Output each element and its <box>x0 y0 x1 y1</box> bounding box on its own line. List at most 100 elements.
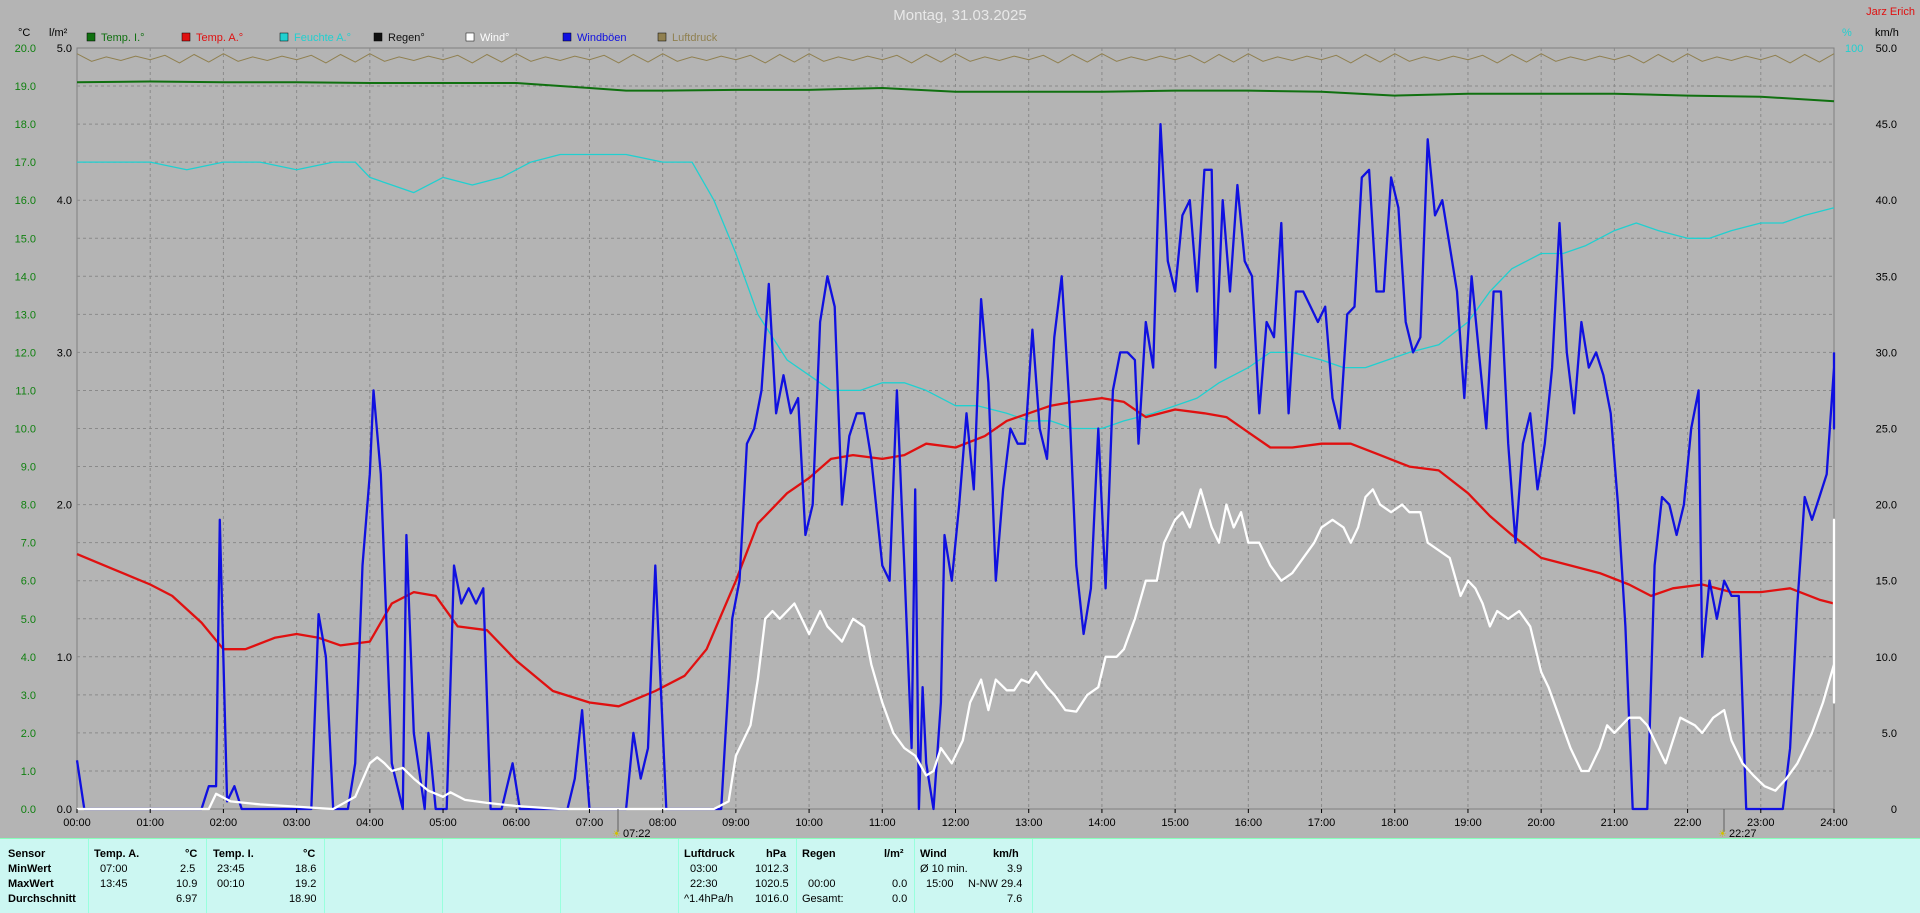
rain-tick-label: 1.0 <box>57 652 72 664</box>
stats-temp-a-header: Temp. A. <box>94 848 140 860</box>
stats-pressure-max-val: 1020.5 <box>755 878 789 890</box>
temp-tick-label: 13.0 <box>15 309 36 321</box>
x-tick-label: 14:00 <box>1088 817 1116 829</box>
rain-tick-label: 3.0 <box>57 347 72 359</box>
stats-pressure-avg-val: 1016.0 <box>755 893 789 905</box>
temp-tick-label: 14.0 <box>15 271 36 283</box>
legend-label: Regen° <box>388 32 425 44</box>
wind-tick-label: 0 <box>1891 804 1897 816</box>
x-tick-label: 06:00 <box>502 817 530 829</box>
stats-sensor-header: Sensor <box>8 848 46 860</box>
wind-tick-label: 50.0 <box>1876 43 1897 55</box>
x-tick-label: 10:00 <box>795 817 823 829</box>
temp-tick-label: 5.0 <box>21 614 36 626</box>
temp-tick-label: 1.0 <box>21 766 36 778</box>
x-tick-label: 07:00 <box>576 817 604 829</box>
legend-swatch <box>86 32 96 42</box>
wind-tick-label: 45.0 <box>1876 119 1897 131</box>
x-tick-label: 01:00 <box>136 817 164 829</box>
legend-label: Luftdruck <box>672 32 718 44</box>
wind-tick-label: 40.0 <box>1876 195 1897 207</box>
rain-unit-label: l/m² <box>49 27 68 39</box>
legend-swatch <box>279 32 289 42</box>
stats-pressure-max-time: 22:30 <box>690 878 718 890</box>
stats-row-max-label: MaxWert <box>8 878 54 890</box>
temp-tick-label: 11.0 <box>15 385 36 397</box>
stats-wind-max-val: N-NW 29.4 <box>968 878 1023 890</box>
rain-tick-label: 4.0 <box>57 195 72 207</box>
legend-swatch <box>465 32 475 42</box>
stats-rain-total-val: 0.0 <box>892 893 908 905</box>
temp-tick-label: 2.0 <box>21 728 36 740</box>
temp-tick-label: 0.0 <box>21 804 36 816</box>
wind-tick-label: 15.0 <box>1876 576 1897 588</box>
stats-temp-a-unit: °C <box>185 848 198 860</box>
temp-tick-label: 4.0 <box>21 652 36 664</box>
stats-wind-max-time: 15:00 <box>926 878 954 890</box>
temp-tick-label: 9.0 <box>21 462 36 474</box>
temp-tick-label: 12.0 <box>15 347 36 359</box>
stats-wind-min-label: Ø 10 min. <box>920 863 968 875</box>
stats-wind-avg-val: 7.6 <box>1007 893 1023 905</box>
stats-temp-i-min-time: 23:45 <box>217 863 245 875</box>
x-tick-label: 13:00 <box>1015 817 1043 829</box>
stats-wind-header: Wind <box>920 848 947 860</box>
x-tick-label: 03:00 <box>283 817 311 829</box>
stats-temp-i-max-val: 19.2 <box>295 878 317 890</box>
legend-swatch <box>181 32 191 42</box>
stats-rain-total-label: Gesamt: <box>802 893 844 905</box>
stats-row-avg-label: Durchschnitt <box>8 893 76 905</box>
chart-title: Montag, 31.03.2025 <box>893 7 1026 24</box>
temp-tick-label: 17.0 <box>15 157 36 169</box>
pct-top-tick-label: 100 <box>1845 43 1863 55</box>
rain-tick-label: 0.0 <box>57 804 72 816</box>
rain-tick-label: 2.0 <box>57 500 72 512</box>
stats-temp-i-min-val: 18.6 <box>295 863 317 875</box>
weather-chart: 00:00 01:00 02:00 03:00 04:00 05:00 06:00 07:00… <box>15 6 1915 838</box>
stats-rain-max-val: 0.0 <box>892 878 908 890</box>
wind-tick-label: 5.0 <box>1882 728 1897 740</box>
temp-tick-label: 20.0 <box>15 43 36 55</box>
sunset-icon: ☀ <box>1718 829 1727 838</box>
stats-wind-min-val: 3.9 <box>1007 863 1023 875</box>
legend-label: Temp. I.° <box>101 32 145 44</box>
x-tick-label: 05:00 <box>429 817 457 829</box>
stats-temp-i-header: Temp. I. <box>213 848 254 860</box>
stats-pressure-unit: hPa <box>766 848 787 860</box>
temp-tick-label: 6.0 <box>21 576 36 588</box>
x-tick-label: 15:00 <box>1161 817 1189 829</box>
author-label: Jarz Erich <box>1866 6 1915 18</box>
sunset-label: 22:27 <box>1729 828 1757 838</box>
legend-label: Temp. A.° <box>196 32 243 44</box>
temp-tick-label: 7.0 <box>21 538 36 550</box>
x-tick-label: 09:00 <box>722 817 750 829</box>
wind-tick-label: 25.0 <box>1876 424 1897 436</box>
x-tick-label: 02:00 <box>210 817 238 829</box>
wind-tick-label: 30.0 <box>1876 347 1897 359</box>
legend-label: Feuchte A.° <box>294 32 351 44</box>
x-tick-label: 16:00 <box>1235 817 1263 829</box>
stats-rain-header: Regen <box>802 848 836 860</box>
sunrise-icon: ☀ <box>612 829 621 838</box>
x-tick-label: 24:00 <box>1820 817 1848 829</box>
stats-row-min-label: MinWert <box>8 863 52 875</box>
wind-tick-label: 10.0 <box>1876 652 1897 664</box>
sunrise-marker: ☀ 07:22 <box>612 809 651 838</box>
stats-temp-i-max-time: 00:10 <box>217 878 245 890</box>
stats-temp-a-min-time: 07:00 <box>100 863 128 875</box>
stats-wind-unit: km/h <box>993 848 1019 860</box>
stats-temp-a-avg-val: 6.97 <box>176 893 198 905</box>
x-tick-label: 12:00 <box>942 817 970 829</box>
stats-rain-unit: l/m² <box>884 848 904 860</box>
stats-pressure-trend: ^1.4hPa/h <box>684 893 734 905</box>
stats-pressure-min-time: 03:00 <box>690 863 718 875</box>
temp-unit-label: °C <box>18 27 30 39</box>
x-tick-label: 08:00 <box>649 817 677 829</box>
stats-temp-a-min-val: 2.5 <box>180 863 196 875</box>
x-tick-label: 17:00 <box>1308 817 1336 829</box>
wind-unit-label: km/h <box>1875 27 1899 39</box>
stats-pressure-min-val: 1012.3 <box>755 863 789 875</box>
legend: Temp. I.° Temp. A.° Feuchte A.° Regen° Wind°… <box>86 32 718 44</box>
pct-unit-label: % <box>1842 27 1852 39</box>
sunrise-label: 07:22 <box>623 828 651 838</box>
